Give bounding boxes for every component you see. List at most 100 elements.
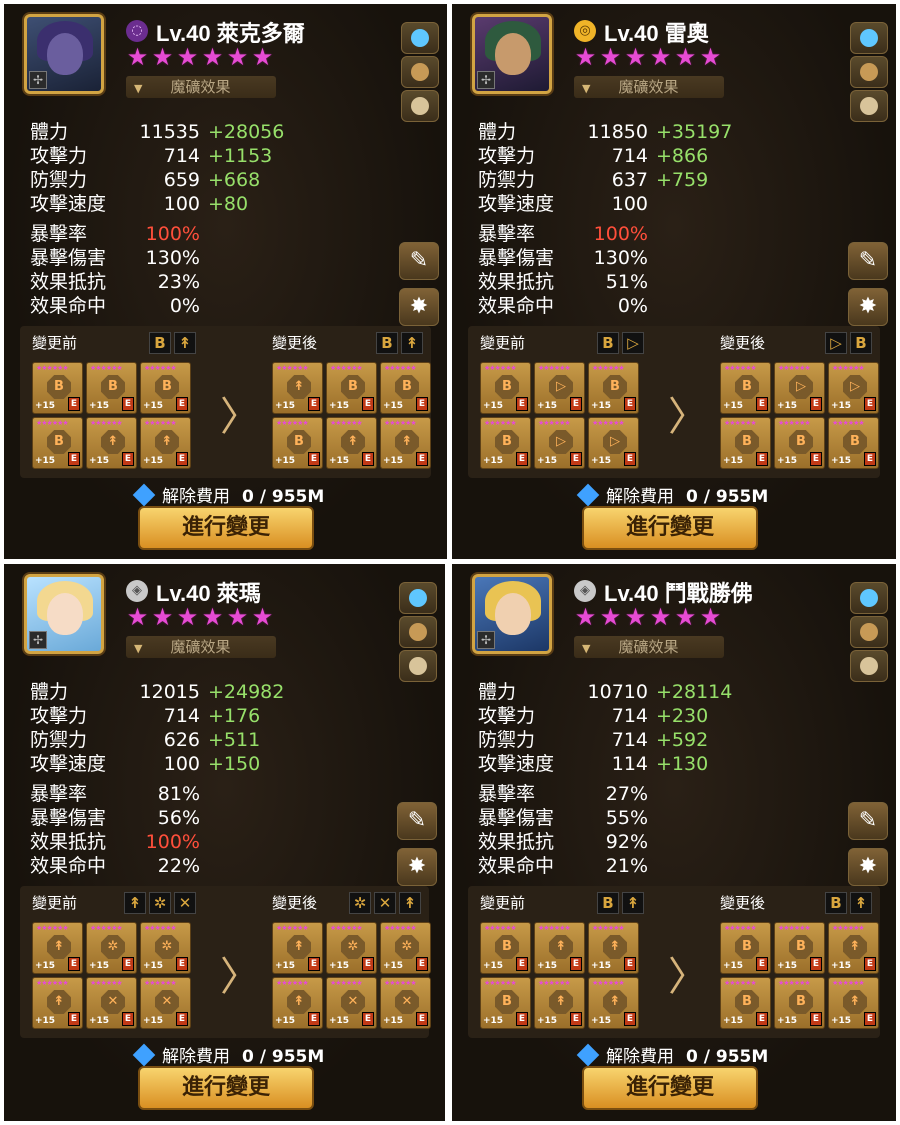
apply-change-button[interactable]: 進行變更: [138, 506, 314, 550]
rune-level: +15: [591, 1016, 612, 1026]
rune-set-icon: B: [597, 332, 619, 354]
rune-slot[interactable]: ★★★★★★ B +15 E: [774, 922, 825, 974]
rune-slot[interactable]: ★★★★★★ ↟ +15 E: [588, 977, 639, 1029]
rune-effect-dropdown[interactable]: ▼ 魔礦效果: [126, 76, 276, 98]
rune-effect-dropdown[interactable]: ▼ 魔礦效果: [574, 76, 724, 98]
rune-slot[interactable]: ★★★★★★ ✕ +15 E: [380, 977, 431, 1029]
rune-slot[interactable]: ★★★★★★ B +15 E: [380, 362, 431, 414]
rune-slot[interactable]: ★★★★★★ ↟ +15 E: [32, 922, 83, 974]
rune-slot[interactable]: ★★★★★★ ↟ +15 E: [86, 417, 137, 469]
monster-portrait[interactable]: ✢: [24, 14, 104, 94]
rune-slot[interactable]: ★★★★★★ B +15 E: [774, 417, 825, 469]
rune-slot[interactable]: ★★★★★★ ✲ +15 E: [86, 922, 137, 974]
rune-slot[interactable]: ★★★★★★ ↟ +15 E: [828, 922, 879, 974]
rune-slot[interactable]: ★★★★★★ B +15 E: [480, 977, 531, 1029]
chevron-right-icon: 〉: [668, 954, 708, 1000]
rune-effect-button[interactable]: ✸: [848, 288, 888, 326]
edit-rune-button[interactable]: ✎: [848, 242, 888, 280]
scroll-button[interactable]: [850, 650, 888, 682]
rune-slot[interactable]: ★★★★★★ B +15 E: [720, 922, 771, 974]
rune-grade-badge: E: [756, 1012, 768, 1026]
rune-stars: ★★★★★★: [592, 419, 625, 427]
rune-effect-button[interactable]: ✸: [399, 288, 439, 326]
rune-slot[interactable]: ★★★★★★ ↟ +15 E: [828, 977, 879, 1029]
rune-level: +15: [831, 456, 852, 466]
rune-slot[interactable]: ★★★★★★ ▷ +15 E: [534, 417, 585, 469]
rune-slot[interactable]: ★★★★★★ B +15 E: [32, 362, 83, 414]
stat-row: 效果命中 22%: [30, 854, 290, 878]
monster-portrait[interactable]: ✢: [472, 14, 552, 94]
skill-gem-button[interactable]: [850, 22, 888, 54]
rune-slot[interactable]: ★★★★★★ ↟ +15 E: [272, 922, 323, 974]
stat-label: 暴擊傷害: [30, 247, 107, 269]
rune-slot[interactable]: ★★★★★★ B +15 E: [326, 362, 377, 414]
monster-portrait[interactable]: ✢: [24, 574, 104, 654]
rune-slot[interactable]: ★★★★★★ B +15 E: [86, 362, 137, 414]
rune-slot[interactable]: ★★★★★★ B +15 E: [480, 362, 531, 414]
rune-grade-badge: E: [516, 452, 528, 466]
rune-slot[interactable]: ★★★★★★ ✲ +15 E: [380, 922, 431, 974]
rune-slot[interactable]: ★★★★★★ B +15 E: [272, 417, 323, 469]
portrait-face: [47, 33, 83, 75]
rune-toggle-button[interactable]: [401, 56, 439, 88]
rune-toggle-button[interactable]: [850, 616, 888, 648]
rune-slot[interactable]: ★★★★★★ ✲ +15 E: [326, 922, 377, 974]
rune-stars: ★★★★★★: [778, 979, 811, 987]
rune-effect-dropdown[interactable]: ▼ 魔礦效果: [574, 636, 724, 658]
rune-stars: ★★★★★★: [832, 419, 865, 427]
apply-change-button[interactable]: 進行變更: [582, 506, 758, 550]
stat-row: 防禦力 637 +759: [478, 168, 738, 192]
rune-slot[interactable]: ★★★★★★ ↟ +15 E: [326, 417, 377, 469]
scroll-button[interactable]: [850, 90, 888, 122]
rune-slot[interactable]: ★★★★★★ ↟ +15 E: [32, 977, 83, 1029]
rune-slot[interactable]: ★★★★★★ B +15 E: [720, 362, 771, 414]
scroll-button[interactable]: [401, 90, 439, 122]
rune-slot[interactable]: ★★★★★★ B +15 E: [32, 417, 83, 469]
skill-gem-button[interactable]: [850, 582, 888, 614]
skill-gem-button[interactable]: [401, 22, 439, 54]
stat-row: 防禦力 714 +592: [478, 728, 738, 752]
rune-slot[interactable]: ★★★★★★ ↟ +15 E: [272, 977, 323, 1029]
rune-slot[interactable]: ★★★★★★ ↟ +15 E: [140, 417, 191, 469]
rune-slot[interactable]: ★★★★★★ ✕ +15 E: [140, 977, 191, 1029]
rune-set-glyph: ↟: [843, 990, 867, 1014]
edit-rune-button[interactable]: ✎: [848, 802, 888, 840]
rune-slot[interactable]: ★★★★★★ B +15 E: [720, 417, 771, 469]
rune-level: +15: [483, 401, 504, 411]
rune-slot[interactable]: ★★★★★★ ✕ +15 E: [326, 977, 377, 1029]
rune-level: +15: [723, 456, 744, 466]
rune-slot[interactable]: ★★★★★★ ↟ +15 E: [588, 922, 639, 974]
edit-rune-button[interactable]: ✎: [397, 802, 437, 840]
rune-slot[interactable]: ★★★★★★ B +15 E: [480, 922, 531, 974]
skill-gem-button[interactable]: [399, 582, 437, 614]
rune-slot[interactable]: ★★★★★★ B +15 E: [720, 977, 771, 1029]
rune-grade-badge: E: [516, 397, 528, 411]
rune-slot[interactable]: ★★★★★★ B +15 E: [140, 362, 191, 414]
star-icon: ★: [176, 603, 199, 631]
rune-slot[interactable]: ★★★★★★ ↟ +15 E: [380, 417, 431, 469]
rune-slot[interactable]: ★★★★★★ ↟ +15 E: [534, 922, 585, 974]
rune-slot[interactable]: ★★★★★★ ▷ +15 E: [588, 417, 639, 469]
rune-toggle-button[interactable]: [850, 56, 888, 88]
rune-slot[interactable]: ★★★★★★ ✲ +15 E: [140, 922, 191, 974]
stat-row: 暴擊傷害 130%: [478, 246, 738, 270]
rune-slot[interactable]: ★★★★★★ ↟ +15 E: [272, 362, 323, 414]
rune-effect-button[interactable]: ✸: [848, 848, 888, 886]
apply-change-button[interactable]: 進行變更: [138, 1066, 314, 1110]
rune-slot[interactable]: ★★★★★★ ▷ +15 E: [828, 362, 879, 414]
rune-slot[interactable]: ★★★★★★ ▷ +15 E: [534, 362, 585, 414]
apply-change-button[interactable]: 進行變更: [582, 1066, 758, 1110]
rune-slot[interactable]: ★★★★★★ B +15 E: [480, 417, 531, 469]
rune-slot[interactable]: ★★★★★★ B +15 E: [774, 977, 825, 1029]
monster-portrait[interactable]: ✢: [472, 574, 552, 654]
rune-slot[interactable]: ★★★★★★ ▷ +15 E: [774, 362, 825, 414]
rune-slot[interactable]: ★★★★★★ B +15 E: [828, 417, 879, 469]
rune-toggle-button[interactable]: [399, 616, 437, 648]
scroll-button[interactable]: [399, 650, 437, 682]
edit-rune-button[interactable]: ✎: [399, 242, 439, 280]
rune-effect-dropdown[interactable]: ▼ 魔礦效果: [126, 636, 276, 658]
rune-slot[interactable]: ★★★★★★ ✕ +15 E: [86, 977, 137, 1029]
rune-slot[interactable]: ★★★★★★ ↟ +15 E: [534, 977, 585, 1029]
rune-slot[interactable]: ★★★★★★ B +15 E: [588, 362, 639, 414]
rune-effect-button[interactable]: ✸: [397, 848, 437, 886]
